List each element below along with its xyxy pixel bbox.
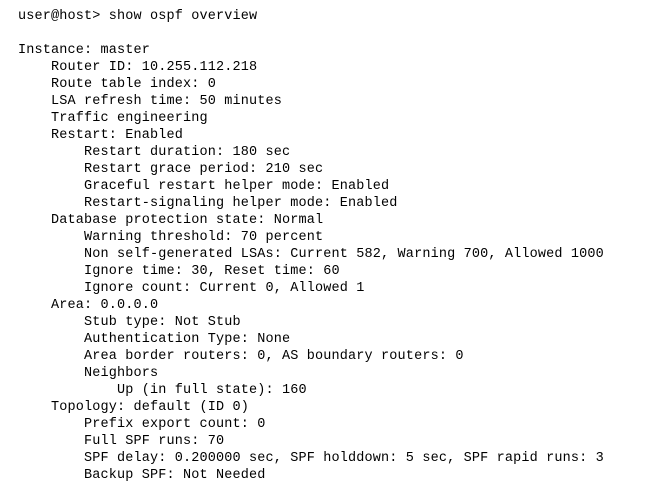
- terminal-line: Non self-generated LSAs: Current 582, Wa…: [18, 247, 604, 262]
- terminal-line: Traffic engineering: [18, 111, 208, 126]
- terminal-line: Restart duration: 180 sec: [18, 145, 291, 160]
- terminal-line: Database protection state: Normal: [18, 213, 324, 228]
- terminal-window[interactable]: user@host> show ospf overview Instance: …: [0, 0, 671, 503]
- terminal-line: Restart grace period: 210 sec: [18, 162, 324, 177]
- terminal-line: Restart: Enabled: [18, 128, 184, 143]
- terminal-line: Authentication Type: None: [18, 332, 291, 347]
- terminal-line: Restart-signaling helper mode: Enabled: [18, 196, 398, 211]
- terminal-line: SPF delay: 0.200000 sec, SPF holddown: 5…: [18, 451, 604, 466]
- terminal-line: Neighbors: [18, 366, 159, 381]
- terminal-line: Up (in full state): 160: [18, 383, 307, 398]
- terminal-line: Ignore count: Current 0, Allowed 1: [18, 281, 365, 296]
- terminal-line: Ignore time: 30, Reset time: 60: [18, 264, 340, 279]
- terminal-line: Area border routers: 0, AS boundary rout…: [18, 349, 464, 364]
- terminal-line: LSA refresh time: 50 minutes: [18, 94, 283, 109]
- terminal-line: Warning threshold: 70 percent: [18, 230, 324, 245]
- terminal-line: Graceful restart helper mode: Enabled: [18, 179, 390, 194]
- terminal-line: Prefix export count: 0: [18, 417, 266, 432]
- terminal-line: Router ID: 10.255.112.218: [18, 60, 258, 75]
- terminal-line: Full SPF runs: 70: [18, 434, 225, 449]
- terminal-output: user@host> show ospf overview Instance: …: [18, 8, 671, 484]
- terminal-line: Backup SPF: Not Needed: [18, 468, 266, 483]
- terminal-line: Route table index: 0: [18, 77, 217, 92]
- terminal-line: Instance: master: [18, 43, 151, 58]
- terminal-prompt-line: user@host> show ospf overview: [18, 9, 258, 24]
- terminal-line: Stub type: Not Stub: [18, 315, 241, 330]
- terminal-line: Topology: default (ID 0): [18, 400, 250, 415]
- terminal-line: Area: 0.0.0.0: [18, 298, 159, 313]
